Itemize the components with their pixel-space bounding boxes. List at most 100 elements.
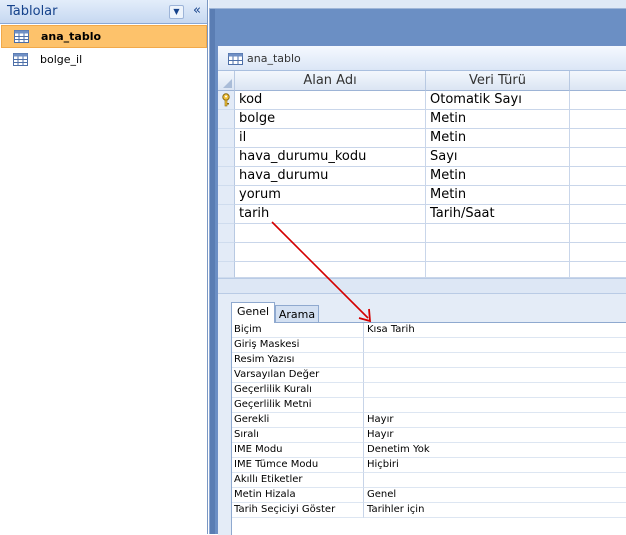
property-row[interactable]: Tarih Seçiciyi Göster Tarihler için [232,503,626,518]
column-header-data-type[interactable]: Veri Türü [426,71,570,91]
property-name: Gerekli [232,413,364,428]
table-row[interactable]: tarih Tarih/Saat [218,205,626,224]
table-row-empty[interactable] [218,243,626,262]
property-value[interactable] [364,398,626,413]
property-row[interactable]: Giriş Maskesi [232,338,626,353]
table-row[interactable]: bolge Metin [218,110,626,129]
pane-divider[interactable] [218,278,626,294]
property-row[interactable]: Sıralı Hayır [232,428,626,443]
property-row[interactable]: Varsayılan Değer [232,368,626,383]
table-row[interactable]: kod Otomatik Sayı [218,91,626,110]
property-value[interactable] [364,473,626,488]
description-cell[interactable] [570,148,626,167]
property-row[interactable]: Metin Hizala Genel [232,488,626,503]
property-row[interactable]: Biçim Kısa Tarih [232,323,626,338]
tab-arama[interactable]: Arama [275,305,319,323]
property-value[interactable] [364,383,626,398]
property-value[interactable] [364,353,626,368]
property-row[interactable]: Geçerlilik Metni [232,398,626,413]
row-selector[interactable] [218,262,235,278]
property-name: Geçerlilik Kuralı [232,383,364,398]
table-row-empty[interactable] [218,262,626,278]
nav-item-bolge-il[interactable]: bolge_il [1,49,207,72]
data-type-cell[interactable] [426,243,570,262]
object-tab[interactable]: ana_tablo [218,46,626,71]
field-name-cell[interactable] [235,224,426,243]
property-value[interactable]: Genel [364,488,626,503]
field-name-cell[interactable] [235,262,426,278]
property-value[interactable]: Kısa Tarih [364,323,626,338]
data-type-cell[interactable]: Metin [426,129,570,148]
property-value[interactable]: Denetim Yok [364,443,626,458]
column-header-description[interactable] [570,71,626,91]
field-name-cell[interactable]: il [235,129,426,148]
property-name: Biçim [232,323,364,338]
row-selector[interactable] [218,243,235,262]
column-header-field-name[interactable]: Alan Adı [235,71,426,91]
data-type-cell[interactable]: Metin [426,186,570,205]
property-row[interactable]: Resim Yazısı [232,353,626,368]
table-icon [14,30,29,46]
row-selector[interactable] [218,110,235,129]
property-sheet: Biçim Kısa Tarih Giriş Maskesi Resim Yaz… [231,322,626,535]
data-type-cell[interactable]: Tarih/Saat [426,205,570,224]
collapse-icon[interactable]: « [190,3,204,19]
field-name-cell[interactable]: kod [235,91,426,110]
property-name: Geçerlilik Metni [232,398,364,413]
property-row[interactable]: IME Tümce Modu Hiçbiri [232,458,626,473]
property-row[interactable]: IME Modu Denetim Yok [232,443,626,458]
row-selector[interactable] [218,148,235,167]
table-row[interactable]: il Metin [218,129,626,148]
property-row[interactable]: Gerekli Hayır [232,413,626,428]
description-cell[interactable] [570,186,626,205]
description-cell[interactable] [570,167,626,186]
property-value[interactable] [364,368,626,383]
property-row[interactable]: Geçerlilik Kuralı [232,383,626,398]
description-cell[interactable] [570,129,626,148]
data-type-cell[interactable]: Sayı [426,148,570,167]
property-row[interactable]: Akıllı Etiketler [232,473,626,488]
row-selector[interactable] [218,167,235,186]
grid-select-all-corner[interactable] [218,71,235,91]
table-row[interactable]: yorum Metin [218,186,626,205]
field-name-cell[interactable]: bolge [235,110,426,129]
table-row-empty[interactable] [218,224,626,243]
description-cell[interactable] [570,205,626,224]
table-row[interactable]: hava_durumu_kodu Sayı [218,148,626,167]
data-type-cell[interactable] [426,224,570,243]
description-cell[interactable] [570,262,626,278]
row-selector[interactable] [218,186,235,205]
data-type-cell[interactable]: Metin [426,167,570,186]
field-name-cell[interactable] [235,243,426,262]
nav-item-ana-tablo[interactable]: ana_tablo [1,25,207,48]
chevron-down-icon[interactable]: ▼ [169,5,184,19]
row-selector[interactable] [218,91,235,110]
workspace-splitter[interactable] [209,9,215,534]
field-design-grid: Alan Adı Veri Türü kod Otomatik Sayı bol… [218,71,626,278]
workspace: ana_tablo Alan Adı Veri Türü kod Otomati… [209,0,626,535]
row-selector[interactable] [218,205,235,224]
table-design-window: ana_tablo Alan Adı Veri Türü kod Otomati… [217,45,626,535]
field-name-cell[interactable]: yorum [235,186,426,205]
property-value[interactable]: Hiçbiri [364,458,626,473]
key-icon [221,93,231,110]
data-type-cell[interactable] [426,262,570,278]
data-type-cell[interactable]: Otomatik Sayı [426,91,570,110]
property-name: Resim Yazısı [232,353,364,368]
row-selector[interactable] [218,129,235,148]
property-value[interactable]: Hayır [364,413,626,428]
row-selector[interactable] [218,224,235,243]
property-value[interactable]: Hayır [364,428,626,443]
description-cell[interactable] [570,243,626,262]
property-value[interactable]: Tarihler için [364,503,626,518]
description-cell[interactable] [570,110,626,129]
field-name-cell[interactable]: tarih [235,205,426,224]
description-cell[interactable] [570,91,626,110]
description-cell[interactable] [570,224,626,243]
property-value[interactable] [364,338,626,353]
tab-genel[interactable]: Genel [231,302,275,323]
table-row[interactable]: hava_durumu Metin [218,167,626,186]
field-name-cell[interactable]: hava_durumu_kodu [235,148,426,167]
field-name-cell[interactable]: hava_durumu [235,167,426,186]
data-type-cell[interactable]: Metin [426,110,570,129]
